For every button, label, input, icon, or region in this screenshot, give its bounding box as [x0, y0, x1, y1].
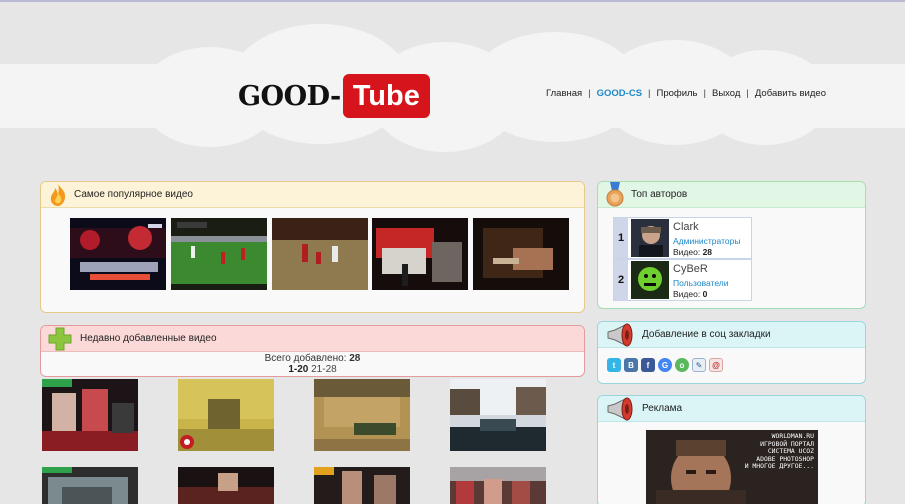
social-bookmarks-panel: Добавление в соц закладки t B f G o ✎ @	[597, 321, 866, 384]
logo-text-good: GOOD-	[238, 80, 341, 112]
ads-panel: Реклама WORLDMAN.RU ИГРОВОЙ ПОРТАЛ СИСТЕ…	[597, 395, 866, 504]
author-rank: 2	[614, 260, 628, 300]
author-videos: Видео: 28	[673, 247, 713, 257]
author-name[interactable]: Clark	[673, 221, 699, 233]
author-name[interactable]: CyBeR	[673, 263, 708, 275]
nav-separator: |	[588, 88, 591, 99]
recent-videos-count: Всего добавлено: 28 1-20 21-28	[41, 353, 584, 375]
top-authors-panel: Топ авторов 1 Clark Администраторы Видео…	[597, 181, 866, 309]
avatar[interactable]	[631, 219, 669, 257]
site-header: GOOD- Tube Главная | GOOD-CS | Профиль | Выход…	[0, 2, 905, 162]
vkontakte-icon[interactable]: B	[624, 358, 638, 372]
author-rank: 1	[614, 218, 628, 258]
google-icon[interactable]: G	[658, 358, 672, 372]
flame-icon	[50, 184, 66, 206]
page-current: 1-20	[288, 364, 309, 375]
ad-banner-text: WORLDMAN.RU ИГРОВОЙ ПОРТАЛ СИСТЕМА UCOZ …	[744, 432, 814, 470]
ads-title: Реклама	[642, 403, 683, 414]
plus-icon	[48, 327, 72, 351]
social-bookmarks-header: Добавление в соц закладки	[598, 322, 865, 348]
mail-ru-icon[interactable]: @	[709, 358, 723, 372]
twitter-icon[interactable]: t	[607, 358, 621, 372]
top-authors-title: Топ авторов	[631, 189, 688, 200]
social-bookmarks-title: Добавление в соц закладки	[642, 329, 771, 340]
video-thumbnail[interactable]	[178, 379, 274, 451]
nav-separator: |	[746, 88, 749, 99]
nav-link[interactable]: Главная	[546, 88, 582, 99]
nav-link[interactable]: Профиль	[657, 88, 698, 99]
author-group[interactable]: Администраторы	[673, 236, 740, 246]
author-videos: Видео: 0	[673, 289, 708, 299]
video-thumbnail[interactable]	[473, 218, 569, 290]
page-link-next[interactable]: 21-28	[311, 364, 337, 375]
author-card[interactable]: 2 CyBeR Пользователи Видео: 0	[613, 259, 752, 301]
total-added-value: 28	[349, 353, 361, 364]
medal-icon	[606, 182, 624, 207]
megaphone-icon	[607, 397, 633, 421]
megaphone-icon	[607, 323, 633, 347]
main-nav: Главная | GOOD-CS | Профиль | Выход | Добавить в…	[546, 88, 826, 99]
video-thumbnail[interactable]	[314, 379, 410, 451]
video-thumbnail[interactable]	[70, 218, 166, 290]
video-thumbnail[interactable]	[178, 467, 274, 504]
site-logo[interactable]: GOOD- Tube	[238, 73, 430, 119]
popular-videos-title: Самое популярное видео	[74, 189, 193, 200]
popular-videos-panel: Самое популярное видео	[40, 181, 585, 313]
nav-link[interactable]: Выход	[712, 88, 740, 99]
odnoklassniki-icon[interactable]: o	[675, 358, 689, 372]
facebook-icon[interactable]: f	[641, 358, 655, 372]
video-thumbnail[interactable]	[314, 467, 410, 504]
recent-videos-title: Недавно добавленные видео	[80, 333, 217, 344]
video-thumbnail[interactable]	[372, 218, 468, 290]
recent-videos-panel: Недавно добавленные видео Всего добавлен…	[40, 325, 585, 377]
video-thumbnail[interactable]	[42, 467, 138, 504]
avatar[interactable]	[631, 261, 669, 299]
pagination: 1-20 21-28	[41, 364, 584, 375]
top-authors-header: Топ авторов	[598, 182, 865, 208]
video-thumbnail[interactable]	[171, 218, 267, 290]
video-thumbnail[interactable]	[450, 467, 546, 504]
logo-text-tube: Tube	[342, 74, 430, 118]
video-thumbnail[interactable]	[450, 379, 546, 451]
nav-link[interactable]: Добавить видео	[755, 88, 826, 99]
ads-header: Реклама	[598, 396, 865, 422]
video-thumbnail[interactable]	[272, 218, 368, 290]
nav-separator: |	[703, 88, 706, 99]
video-thumbnail[interactable]	[42, 379, 138, 451]
author-group[interactable]: Пользователи	[673, 278, 728, 288]
popular-videos-header: Самое популярное видео	[41, 182, 584, 208]
author-card[interactable]: 1 Clark Администраторы Видео: 28	[613, 217, 752, 259]
recent-videos-header: Недавно добавленные видео	[41, 326, 584, 352]
nav-link[interactable]: GOOD-CS	[597, 88, 642, 99]
nav-separator: |	[648, 88, 651, 99]
total-added-label: Всего добавлено:	[264, 353, 347, 364]
ad-banner[interactable]: WORLDMAN.RU ИГРОВОЙ ПОРТАЛ СИСТЕМА UCOZ …	[646, 430, 818, 504]
livejournal-icon[interactable]: ✎	[692, 358, 706, 372]
